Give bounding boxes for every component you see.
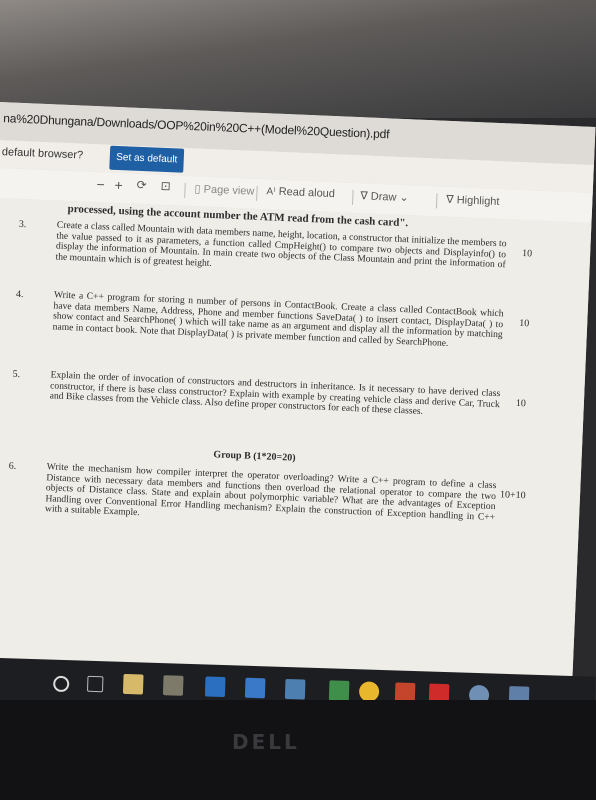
set-as-default-button[interactable]: Set as default	[109, 145, 185, 173]
dell-logo: DELL	[232, 730, 300, 754]
question-text: Write the mechanism how compiler interpr…	[44, 461, 497, 523]
question-marks: 10	[515, 397, 527, 410]
toolbar-divider	[435, 193, 438, 209]
fit-page-icon[interactable]: ⊡	[160, 179, 171, 193]
question-number: 4.	[15, 288, 24, 301]
url-text[interactable]: na%20Dhungana/Downloads/OOP%20in%20C++(M…	[3, 111, 390, 141]
laptop-top-bezel	[0, 0, 596, 118]
question-marks: 10	[518, 317, 530, 330]
question-text: Explain the order of invocation of const…	[49, 369, 501, 418]
question-text: Create a class called Mountain with data…	[55, 219, 507, 271]
zoom-out-button[interactable]: −	[96, 176, 105, 192]
page-view-icon: ▯	[194, 183, 201, 196]
edge-icon[interactable]	[204, 676, 226, 698]
draw-icon: ∇	[360, 190, 368, 203]
cortana-circle-icon[interactable]	[52, 675, 70, 693]
question-marks: 10+10	[499, 489, 526, 502]
highlight-icon: ∇	[446, 193, 454, 207]
highlight-label: Highlight	[456, 194, 500, 208]
read-aloud-button[interactable]: A⁾ Read aloud	[266, 185, 335, 200]
read-aloud-label: Read aloud	[278, 185, 336, 201]
question-marks: 10	[521, 248, 533, 260]
question-text: Write a C++ program for storing n number…	[52, 289, 504, 349]
pdf-page: processed, using the account number the …	[0, 197, 596, 687]
question-item: 5. Explain the order of invocation of co…	[0, 368, 588, 417]
toolbar-divider	[352, 189, 354, 205]
screen: na%20Dhungana/Downloads/OOP%20in%20C++(M…	[0, 102, 596, 687]
question-number: 3.	[18, 218, 27, 231]
page-view-button[interactable]: ▯ Page view	[194, 182, 254, 197]
page-view-label: Page view	[203, 183, 255, 198]
rotate-icon[interactable]: ⟳	[136, 178, 147, 192]
default-browser-prompt: default browser?	[1, 146, 84, 162]
draw-button[interactable]: ∇ Draw ⌄	[360, 189, 409, 204]
highlight-button[interactable]: ∇ Highlight	[446, 193, 500, 208]
toolbar-divider	[256, 185, 258, 201]
group-b-heading: Group B (1*20=20)	[213, 449, 296, 464]
question-number: 5.	[12, 368, 21, 381]
chevron-down-icon[interactable]: ⌄	[399, 192, 409, 204]
mail-icon[interactable]	[244, 677, 266, 699]
draw-label: Draw	[370, 190, 397, 204]
file-explorer-icon[interactable]	[122, 673, 144, 695]
question-number: 6.	[8, 460, 17, 472]
question-item: 4. Write a C++ program for storing n num…	[0, 288, 592, 349]
zoom-in-button[interactable]: +	[114, 177, 123, 193]
photos-icon[interactable]	[284, 678, 306, 700]
task-view-icon[interactable]	[86, 675, 104, 693]
store-icon[interactable]	[162, 675, 184, 696]
people-icon[interactable]	[328, 680, 350, 701]
read-aloud-icon: A⁾	[266, 186, 276, 198]
toolbar-divider	[184, 182, 186, 198]
chrome-icon[interactable]	[358, 681, 380, 702]
laptop-bottom-bezel: DELL	[0, 700, 596, 800]
